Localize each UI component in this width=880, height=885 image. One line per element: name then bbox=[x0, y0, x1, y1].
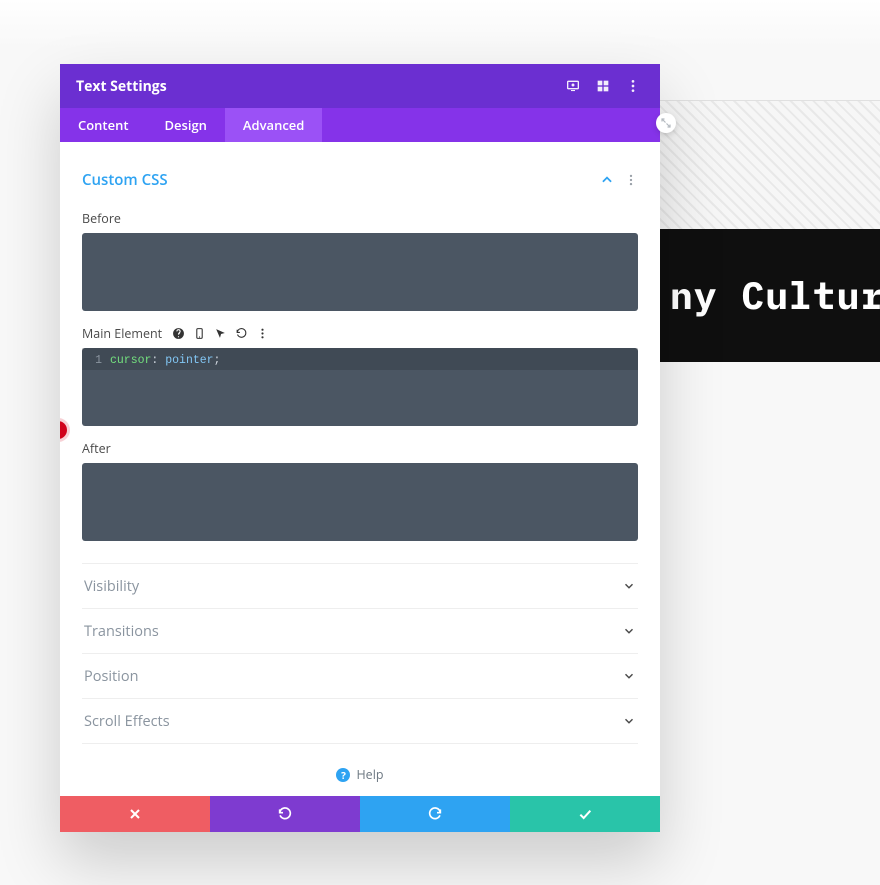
accordion-scroll-effects[interactable]: Scroll Effects bbox=[82, 699, 638, 744]
main-element-css-editor[interactable]: 1 cursor: pointer; bbox=[82, 348, 638, 426]
hover-state-icon[interactable] bbox=[214, 327, 227, 340]
after-css-editor[interactable] bbox=[82, 463, 638, 541]
save-button[interactable] bbox=[510, 796, 660, 832]
modal-header: Text Settings Content Design Advanced bbox=[60, 64, 660, 142]
undo-button[interactable] bbox=[210, 796, 360, 832]
annotation-badge-1: 1 bbox=[60, 421, 67, 439]
modal-title: Text Settings bbox=[76, 77, 167, 96]
modal-body: 1 Custom CSS Before Main Element bbox=[60, 142, 660, 796]
help-link[interactable]: ? Help bbox=[82, 766, 638, 783]
chevron-down-icon bbox=[622, 714, 636, 728]
chevron-down-icon bbox=[622, 624, 636, 638]
help-link-label: Help bbox=[356, 766, 383, 783]
grid-view-icon[interactable] bbox=[592, 75, 614, 97]
accordion-transitions-label: Transitions bbox=[84, 622, 159, 641]
accordion-list: Visibility Transitions Position Scroll E… bbox=[82, 563, 638, 744]
discard-button[interactable] bbox=[60, 796, 210, 832]
accordion-position[interactable]: Position bbox=[82, 654, 638, 699]
after-label-text: After bbox=[82, 440, 111, 457]
page-top-gradient bbox=[0, 0, 880, 48]
before-label: Before bbox=[82, 210, 638, 227]
text-settings-modal: Text Settings Content Design Advanced 1 bbox=[60, 64, 660, 832]
before-css-editor[interactable] bbox=[82, 233, 638, 311]
accordion-position-label: Position bbox=[84, 667, 138, 686]
tab-content[interactable]: Content bbox=[60, 108, 146, 142]
custom-css-section-header[interactable]: Custom CSS bbox=[82, 142, 638, 196]
modal-footer bbox=[60, 796, 660, 832]
field-more-icon[interactable] bbox=[256, 327, 269, 340]
background-pattern bbox=[660, 100, 880, 229]
modal-titlebar: Text Settings bbox=[60, 64, 660, 108]
help-icon[interactable] bbox=[172, 327, 185, 340]
accordion-visibility[interactable]: Visibility bbox=[82, 564, 638, 609]
code-line-1: 1 cursor: pointer; bbox=[82, 348, 638, 370]
css-value-token: pointer bbox=[165, 354, 213, 367]
modal-tabs: Content Design Advanced bbox=[60, 108, 660, 142]
accordion-transitions[interactable]: Transitions bbox=[82, 609, 638, 654]
redo-button[interactable] bbox=[360, 796, 510, 832]
main-element-label-row: Main Element bbox=[82, 325, 638, 342]
modal-extend-handle[interactable] bbox=[656, 113, 676, 133]
after-label: After bbox=[82, 440, 638, 457]
background-card: ny Culture bbox=[660, 100, 880, 362]
chevron-down-icon bbox=[622, 579, 636, 593]
line-number: 1 bbox=[88, 352, 102, 370]
css-semicolon-token: ; bbox=[214, 354, 221, 367]
background-card-title: ny Culture bbox=[660, 229, 880, 362]
tab-advanced[interactable]: Advanced bbox=[225, 108, 322, 142]
collapse-icon[interactable] bbox=[600, 173, 614, 187]
custom-css-section-title: Custom CSS bbox=[82, 170, 168, 190]
accordion-scroll-effects-label: Scroll Effects bbox=[84, 712, 170, 731]
tab-design[interactable]: Design bbox=[146, 108, 224, 142]
help-question-icon: ? bbox=[336, 768, 350, 782]
section-more-icon[interactable] bbox=[624, 173, 638, 187]
more-menu-icon[interactable] bbox=[622, 75, 644, 97]
responsive-preview-icon[interactable] bbox=[562, 75, 584, 97]
before-label-text: Before bbox=[82, 210, 121, 227]
tablet-icon[interactable] bbox=[193, 327, 206, 340]
main-element-label-text: Main Element bbox=[82, 325, 162, 342]
accordion-visibility-label: Visibility bbox=[84, 577, 139, 596]
reset-icon[interactable] bbox=[235, 327, 248, 340]
css-property-token: cursor bbox=[110, 354, 151, 367]
chevron-down-icon bbox=[622, 669, 636, 683]
